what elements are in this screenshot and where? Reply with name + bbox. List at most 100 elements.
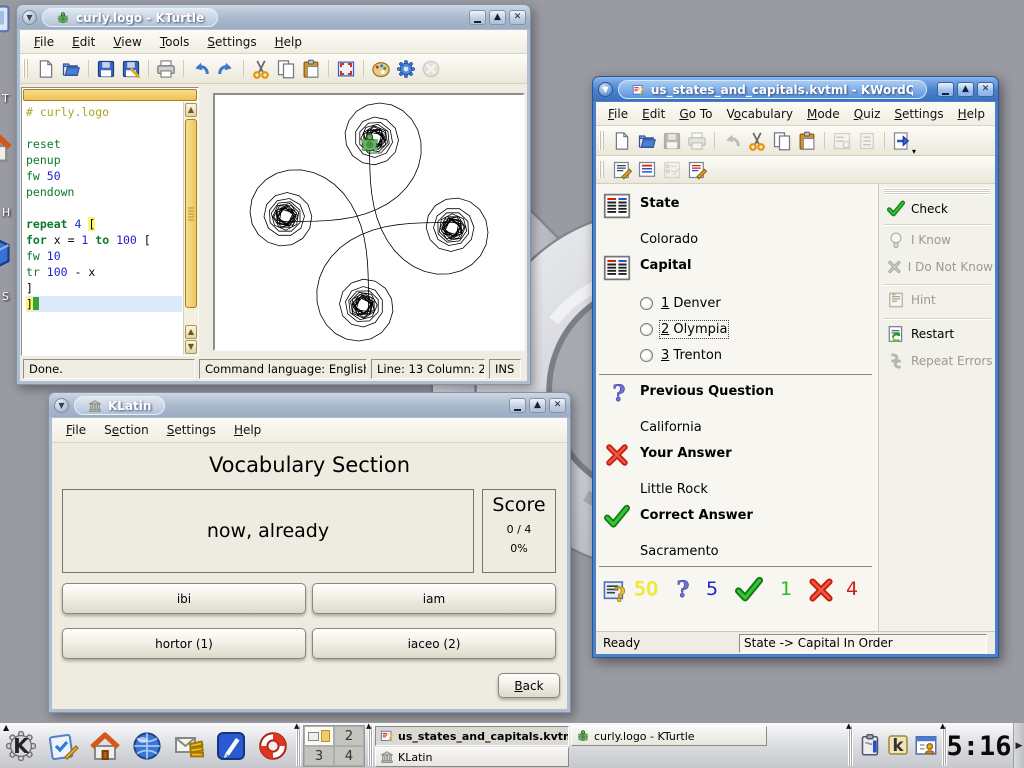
minimize-button[interactable] [469, 10, 486, 25]
paste-button[interactable] [795, 129, 819, 153]
window-menu-button[interactable]: ▼ [598, 82, 613, 97]
pager-desktop-1[interactable] [304, 726, 334, 746]
system-desktop-icon[interactable] [0, 234, 14, 278]
menu-go-to[interactable]: Go To [672, 104, 719, 124]
color-picker-button[interactable] [369, 57, 393, 81]
scroll-up-button[interactable]: ▲ [185, 103, 197, 117]
close-button[interactable]: ✕ [977, 82, 994, 97]
scroll-up-button2[interactable]: ▲ [185, 325, 197, 339]
pager-desktop-2[interactable]: 2 [334, 726, 364, 746]
menu-edit[interactable]: Edit [635, 104, 672, 124]
scroll-down-button[interactable]: ▼ [185, 340, 197, 354]
restart-button[interactable]: Restart [887, 325, 993, 343]
code-area[interactable]: # curly.logoresetpenupfw 50pendownrepeat… [22, 102, 182, 355]
menu-quiz[interactable]: Quiz [847, 104, 888, 124]
menu-file[interactable]: File [57, 420, 95, 440]
task-button-klatin[interactable]: KLatin [375, 747, 569, 767]
check-button[interactable]: Check [887, 200, 993, 218]
radio-button[interactable] [640, 323, 653, 336]
kmenu-button[interactable]: K [4, 729, 38, 763]
trash-desktop-icon[interactable] [0, 2, 14, 46]
pager-desktop-3[interactable]: 3 [304, 746, 334, 766]
minimize-button[interactable] [509, 398, 526, 413]
radio-button[interactable] [640, 349, 653, 362]
menu-settings[interactable]: Settings [198, 32, 265, 52]
window-menu-button[interactable]: ▼ [22, 10, 37, 25]
copy-button[interactable] [770, 129, 794, 153]
menu-settings[interactable]: Settings [158, 420, 225, 440]
menu-file[interactable]: File [601, 104, 635, 124]
klatin-titlebar[interactable]: ▼ KLatin ▲ ✕ [49, 393, 570, 417]
cut-button[interactable] [745, 129, 769, 153]
save-as-button[interactable] [119, 57, 143, 81]
menu-view[interactable]: View [104, 32, 150, 52]
browser-launcher-icon[interactable] [130, 729, 164, 763]
task-button-kturtle[interactable]: curly.logo - KTurtle [571, 726, 767, 746]
option-trenton[interactable]: 3 Trenton [640, 348, 722, 363]
kwordquiz-titlebar[interactable]: ▼ ? us_states_and_capitals.kvtml - KWord… [593, 77, 998, 101]
mode-editor-button[interactable] [610, 158, 634, 182]
menu-section[interactable]: Section [95, 420, 158, 440]
close-button[interactable]: ✕ [509, 10, 526, 25]
calendar-tray-icon[interactable] [914, 733, 938, 757]
save-button[interactable] [94, 57, 118, 81]
option-denver[interactable]: 1 Denver [640, 296, 721, 311]
menu-tools[interactable]: Tools [151, 32, 199, 52]
back-button[interactable]: Back [498, 673, 560, 698]
maximize-button[interactable]: ▲ [529, 398, 546, 413]
toolbar-grip[interactable] [599, 161, 605, 178]
undo-button[interactable] [189, 57, 213, 81]
window-menu-button[interactable]: ▼ [54, 398, 69, 413]
menu-settings[interactable]: Settings [887, 104, 950, 124]
scrollbar-handle[interactable] [185, 119, 197, 308]
copy-button[interactable] [274, 57, 298, 81]
new-button[interactable] [34, 57, 58, 81]
kword-launcher-icon[interactable] [214, 729, 248, 763]
mail-launcher-icon[interactable] [172, 729, 206, 763]
redo-button[interactable] [214, 57, 238, 81]
cut-button[interactable] [249, 57, 273, 81]
pager-desktop-4[interactable]: 4 [334, 746, 364, 766]
full-screen-button[interactable] [334, 57, 358, 81]
kturtle-titlebar[interactable]: ▼ curly.logo - KTurtle ▲ ✕ [17, 5, 530, 29]
maximize-button[interactable]: ▲ [489, 10, 506, 25]
menu-edit[interactable]: Edit [63, 32, 104, 52]
answer-button-4[interactable]: iaceo (2) [312, 628, 556, 659]
home-desktop-icon[interactable] [0, 128, 14, 172]
answer-button-2[interactable]: iam [312, 583, 556, 614]
paste-button[interactable] [299, 57, 323, 81]
answer-button-3[interactable]: hortor (1) [62, 628, 306, 659]
menu-vocabulary[interactable]: Vocabulary [719, 104, 800, 124]
menu-help[interactable]: Help [225, 420, 270, 440]
help-launcher-icon[interactable] [256, 729, 290, 763]
mode-flashcard-button[interactable] [635, 158, 659, 182]
notes-launcher-icon[interactable] [46, 729, 80, 763]
open-button[interactable] [635, 129, 659, 153]
option-olympia[interactable]: 2 Olympia [640, 322, 727, 337]
panel-collapse-arrow[interactable]: ▶ [1013, 723, 1024, 768]
new-button[interactable] [610, 129, 634, 153]
answer-button-1[interactable]: ibi [62, 583, 306, 614]
applet-handle[interactable]: ▲ [848, 726, 853, 766]
run-button[interactable] [394, 57, 418, 81]
menu-mode[interactable]: Mode [800, 104, 847, 124]
menu-help[interactable]: Help [951, 104, 992, 124]
task-button-kwordquiz[interactable]: ? us_states_and_capitals.kvtml [375, 726, 569, 746]
go-next-button[interactable]: ▾ [890, 129, 914, 153]
minimize-button[interactable] [937, 82, 954, 97]
korganizer-reminder-tray-icon[interactable]: k [886, 733, 910, 757]
panel-grip[interactable] [884, 188, 990, 195]
toolbar-grip[interactable] [599, 131, 605, 150]
menu-help[interactable]: Help [266, 32, 311, 52]
radio-button[interactable] [640, 297, 653, 310]
home-launcher-icon[interactable] [88, 729, 122, 763]
applet-handle[interactable]: ▲ [296, 726, 301, 766]
close-button[interactable]: ✕ [549, 398, 566, 413]
open-button[interactable] [59, 57, 83, 81]
digital-clock[interactable]: 5:16 [948, 728, 1010, 764]
print-button[interactable] [154, 57, 178, 81]
maximize-button[interactable]: ▲ [957, 82, 974, 97]
toolbar-grip[interactable] [23, 59, 29, 78]
klipper-tray-icon[interactable] [858, 733, 882, 757]
code-editor[interactable]: # curly.logoresetpenupfw 50pendownrepeat… [21, 87, 199, 356]
